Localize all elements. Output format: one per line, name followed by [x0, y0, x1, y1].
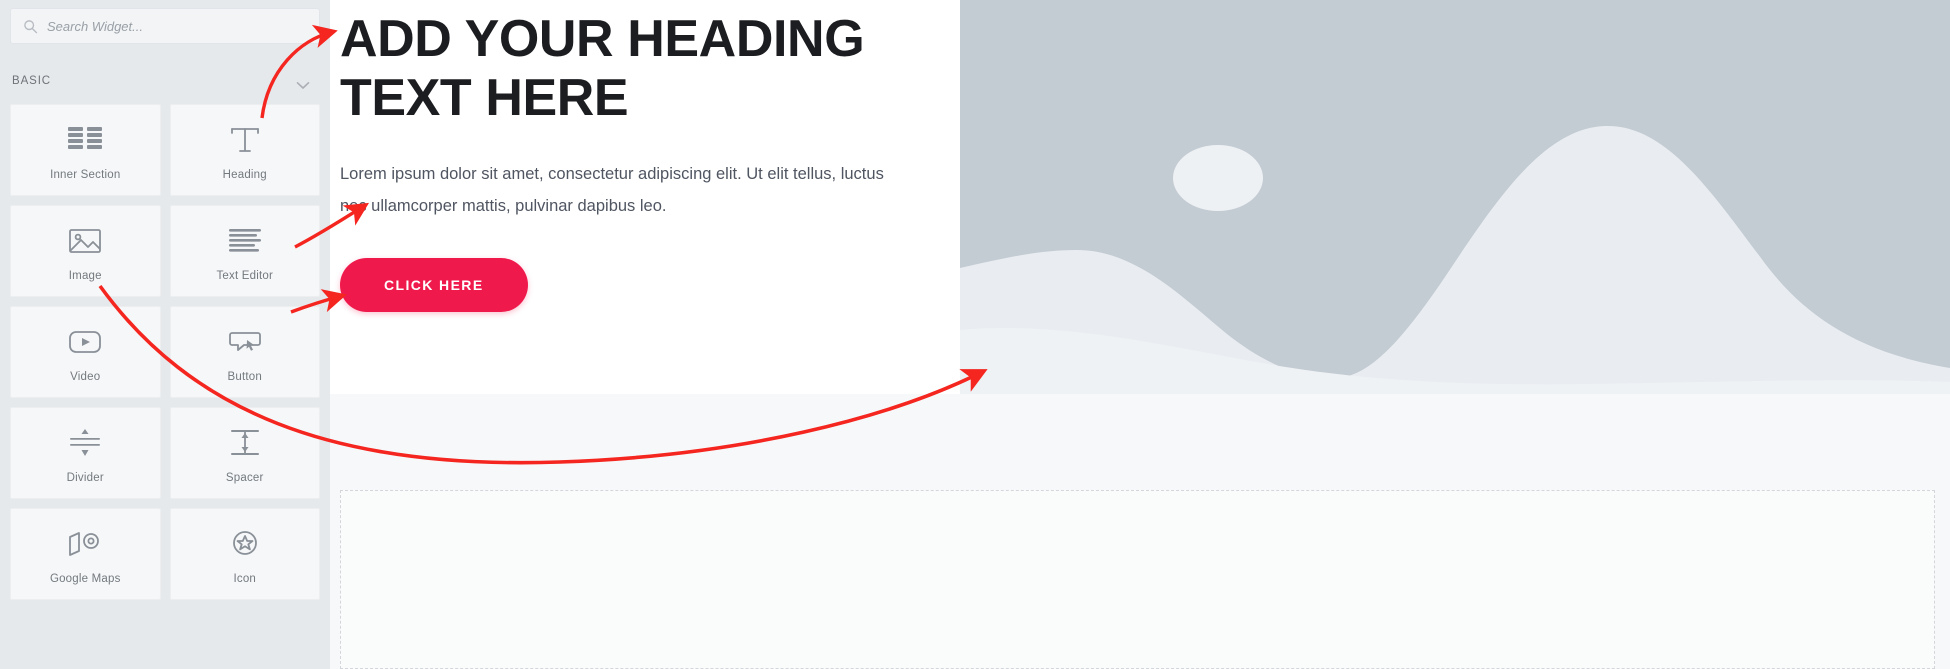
widget-label: Video — [70, 370, 101, 383]
editor-canvas: ADD YOUR HEADING TEXT HERE Lorem ipsum d… — [330, 0, 1950, 669]
widget-image[interactable]: Image — [10, 205, 161, 297]
hero-cta-button[interactable]: CLICK HERE — [340, 257, 528, 312]
search-icon — [23, 19, 38, 34]
map-pin-icon — [68, 524, 102, 564]
divider-icon — [68, 423, 102, 463]
widget-divider[interactable]: Divider — [10, 407, 161, 499]
search-widget-field[interactable] — [10, 8, 320, 44]
elementor-editor-screen: BASIC Inner Section — [0, 0, 1950, 669]
button-icon — [228, 322, 262, 362]
widget-label: Image — [68, 269, 102, 282]
hero-paragraph[interactable]: Lorem ipsum dolor sit amet, consectetur … — [340, 158, 900, 222]
widget-label: Divider — [66, 471, 104, 484]
widget-text-editor[interactable]: Text Editor — [169, 205, 320, 297]
widget-spacer[interactable]: Spacer — [169, 407, 320, 499]
text-editor-icon — [228, 221, 262, 261]
hero-image[interactable] — [960, 0, 1950, 394]
video-icon — [68, 322, 102, 362]
chevron-down-icon[interactable] — [296, 77, 310, 89]
widget-label: Spacer — [225, 471, 264, 484]
widget-button[interactable]: Button — [169, 306, 320, 398]
widget-label: Icon — [233, 572, 257, 585]
icon-star-icon — [228, 524, 262, 564]
widget-inner-section[interactable]: Inner Section — [10, 104, 161, 196]
hero-text-column: ADD YOUR HEADING TEXT HERE Lorem ipsum d… — [330, 0, 960, 394]
widget-label: Google Maps — [49, 572, 121, 585]
hero-heading[interactable]: ADD YOUR HEADING TEXT HERE — [340, 6, 900, 128]
image-icon — [68, 221, 102, 261]
widget-label: Heading — [222, 168, 267, 181]
widget-label: Inner Section — [50, 168, 121, 181]
widget-heading[interactable]: Heading — [169, 104, 320, 196]
widget-google-maps[interactable]: Google Maps — [10, 508, 161, 600]
section-title: BASIC — [12, 75, 52, 87]
search-input[interactable] — [47, 18, 307, 34]
drop-zone-dashed[interactable] — [340, 490, 1935, 669]
basic-section-header[interactable]: BASIC — [0, 58, 330, 104]
widget-panel-sidebar: BASIC Inner Section — [0, 0, 330, 669]
spacer-icon — [228, 423, 262, 463]
widget-grid: Inner Section Heading Image Text Editor … — [0, 104, 330, 600]
widget-label: Text Editor — [216, 269, 274, 282]
widget-label: Button — [227, 370, 262, 383]
landscape-placeholder-graphic — [960, 0, 1950, 394]
hero-section[interactable]: ADD YOUR HEADING TEXT HERE Lorem ipsum d… — [330, 0, 1950, 394]
widget-icon[interactable]: Icon — [169, 508, 320, 600]
inner-section-icon — [68, 120, 103, 160]
widget-video[interactable]: Video — [10, 306, 161, 398]
heading-icon — [228, 120, 262, 160]
